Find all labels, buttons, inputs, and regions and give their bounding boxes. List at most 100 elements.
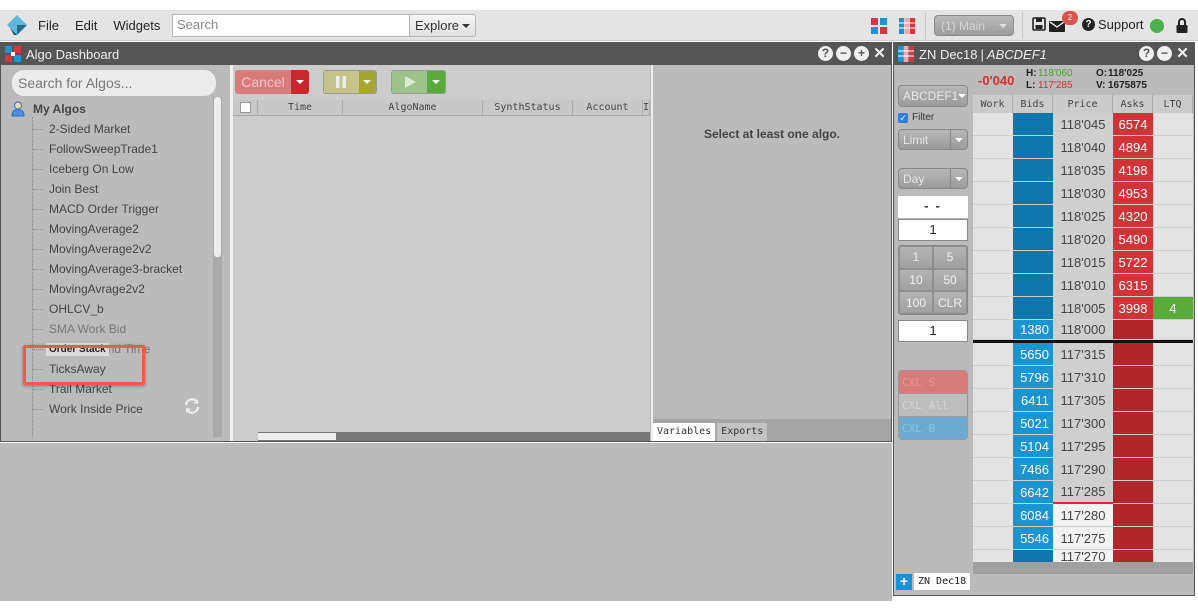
ltq-cell[interactable] (1153, 159, 1193, 182)
price-cell[interactable]: 117'295 (1053, 435, 1113, 458)
close-icon[interactable]: ✕ (1175, 46, 1190, 61)
column-header-time[interactable]: Time (258, 100, 343, 116)
bid-cell[interactable] (1013, 251, 1053, 274)
bid-cell[interactable]: 5796 (1013, 366, 1053, 389)
ltq-cell[interactable] (1153, 435, 1193, 458)
work-cell[interactable] (973, 297, 1013, 320)
bid-cell[interactable]: 6411 (1013, 389, 1053, 412)
price-cell[interactable]: 118'000 (1053, 320, 1113, 340)
add-tab-button[interactable]: + (896, 573, 912, 590)
minimize-icon[interactable]: − (1157, 46, 1172, 61)
minimize-icon[interactable]: − (836, 46, 851, 61)
bid-cell[interactable] (1013, 228, 1053, 251)
maximize-icon[interactable]: + (854, 46, 869, 61)
price-cell[interactable]: 118'020 (1053, 228, 1113, 251)
tab-exports[interactable]: Exports (717, 423, 768, 441)
ask-cell[interactable]: 3998 (1113, 297, 1153, 320)
ask-cell[interactable] (1113, 527, 1153, 550)
ask-cell[interactable]: 4320 (1113, 205, 1153, 228)
price-cell[interactable]: 118'030 (1053, 182, 1113, 205)
filter-checkbox[interactable]: ✓ Filter (898, 112, 934, 123)
work-cell[interactable] (973, 113, 1013, 136)
ask-cell[interactable]: 6574 (1113, 113, 1153, 136)
price-cell[interactable]: 118'025 (1053, 205, 1113, 228)
cancel-button[interactable]: Cancel (235, 70, 291, 94)
price-cell[interactable]: 118'045 (1053, 113, 1113, 136)
work-cell[interactable] (973, 389, 1013, 412)
tab-variables[interactable]: Variables (653, 423, 716, 441)
ask-cell[interactable] (1113, 320, 1153, 340)
ltq-cell[interactable] (1153, 113, 1193, 136)
bid-cell[interactable]: 1380 (1013, 320, 1053, 340)
algo-item[interactable]: FollowSweepTrade1 (33, 139, 182, 159)
bid-cell[interactable]: 6084 (1013, 504, 1053, 527)
price-cell[interactable]: 117'310 (1053, 366, 1113, 389)
cancel-all-button[interactable]: CXL All (899, 394, 967, 417)
qty-button-10[interactable]: 10 (899, 268, 933, 292)
work-cell[interactable] (973, 435, 1013, 458)
bid-cell[interactable]: 5546 (1013, 527, 1053, 550)
work-cell[interactable] (973, 527, 1013, 550)
algo-item[interactable]: Work Inside Price (33, 399, 182, 419)
ask-cell[interactable] (1113, 458, 1153, 481)
lock-icon[interactable] (1176, 18, 1188, 33)
work-cell[interactable] (973, 136, 1013, 159)
price-cell[interactable]: 117'315 (1053, 343, 1113, 366)
work-cell[interactable] (973, 343, 1013, 366)
algo-search-input[interactable]: Search for Algos... (12, 70, 216, 96)
algo-item[interactable]: Trail Market (33, 379, 182, 399)
bid-cell[interactable]: 5104 (1013, 435, 1053, 458)
work-cell[interactable] (973, 366, 1013, 389)
ask-cell[interactable] (1113, 366, 1153, 389)
qty-button-1[interactable]: 1 (899, 246, 933, 269)
work-cell[interactable] (973, 205, 1013, 228)
ltq-cell[interactable] (1153, 504, 1193, 527)
price-cell[interactable]: 117'280 (1053, 504, 1113, 527)
cancel-dropdown-button[interactable] (291, 70, 309, 94)
ask-cell[interactable]: 4953 (1113, 182, 1153, 205)
ltq-cell[interactable] (1153, 251, 1193, 274)
ask-cell[interactable]: 5490 (1113, 228, 1153, 251)
help-icon[interactable]: ? (818, 46, 833, 61)
start-dropdown-button[interactable] (427, 71, 445, 93)
qty-button-5[interactable]: 5 (933, 246, 967, 269)
ltq-cell[interactable] (1153, 366, 1193, 389)
algo-dashboard-title-bar[interactable]: Algo Dashboard ? − + ✕ (1, 43, 891, 65)
ltq-cell[interactable] (1153, 274, 1193, 297)
ask-cell[interactable]: 5722 (1113, 251, 1153, 274)
help-icon[interactable]: ? (1139, 46, 1154, 61)
tree-root-my-algos[interactable]: My Algos (11, 101, 86, 117)
account-select[interactable]: ABCDEF1 (898, 85, 968, 107)
pause-dropdown-button[interactable] (358, 71, 376, 93)
ltq-cell[interactable] (1153, 412, 1193, 435)
start-button[interactable] (392, 71, 428, 93)
quantity-input[interactable]: 1 (898, 219, 968, 241)
work-cell[interactable] (973, 412, 1013, 435)
price-cell[interactable]: 118'040 (1053, 136, 1113, 159)
support-link[interactable]: ? Support (1082, 17, 1144, 32)
orders-horizontal-scrollbar[interactable] (258, 432, 650, 441)
work-cell[interactable] (973, 481, 1013, 504)
ask-cell[interactable]: 4894 (1113, 136, 1153, 159)
ltq-cell[interactable] (1153, 481, 1193, 504)
bid-cell[interactable] (1013, 159, 1053, 182)
ltq-cell[interactable]: 4 (1153, 297, 1193, 320)
work-cell[interactable] (973, 182, 1013, 205)
ask-cell[interactable]: 4198 (1113, 159, 1153, 182)
price-cell[interactable]: 117'290 (1053, 458, 1113, 481)
algo-item-selected[interactable]: Order Stack (33, 339, 109, 359)
ltq-cell[interactable] (1153, 389, 1193, 412)
ltq-cell[interactable] (1153, 343, 1193, 366)
work-cell[interactable] (973, 504, 1013, 527)
algo-item[interactable]: 2-Sided Market (33, 119, 182, 139)
select-all-checkbox-cell[interactable] (233, 100, 258, 116)
scrollbar-thumb[interactable] (258, 433, 336, 440)
price-cell[interactable]: 118'035 (1053, 159, 1113, 182)
ask-cell[interactable] (1113, 435, 1153, 458)
bid-cell[interactable]: 7466 (1013, 458, 1053, 481)
order-type-select[interactable]: Limit (898, 129, 968, 150)
explore-button[interactable]: Explore (409, 14, 476, 37)
ask-cell[interactable] (1113, 412, 1153, 435)
work-cell[interactable] (973, 159, 1013, 182)
price-cell[interactable]: 118'015 (1053, 251, 1113, 274)
